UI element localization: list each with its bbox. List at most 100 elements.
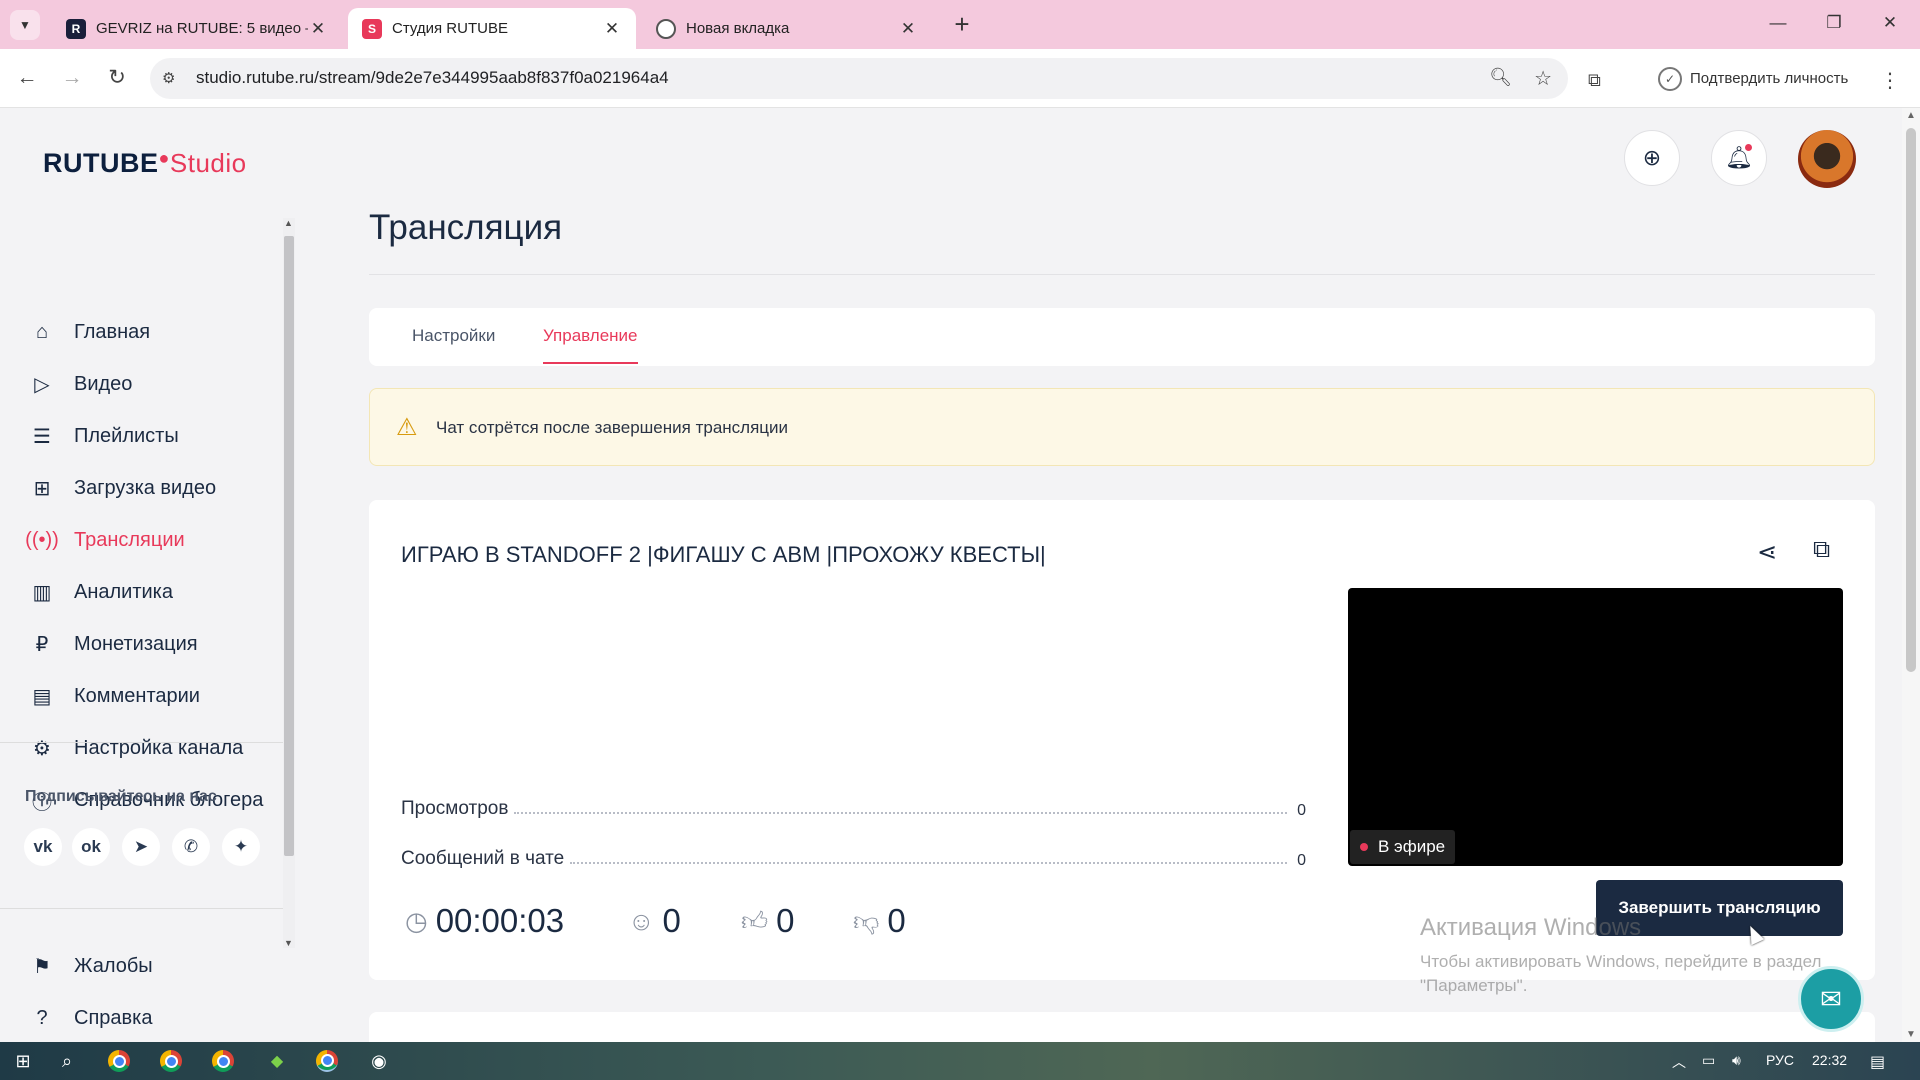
address-bar: ← → ↻ ⚙ studio.rutube.ru/stream/9de2e7e3… [0, 49, 1920, 108]
notifications-button[interactable]: 🔔︎ [1711, 130, 1767, 186]
windows-start-icon[interactable]: ⊞ [8, 1047, 38, 1075]
support-chat-button[interactable]: ✉ [1798, 966, 1864, 1032]
watermark-text: Чтобы активировать Windows, перейдите в … [1420, 950, 1821, 998]
telegram-icon[interactable]: ➤ [122, 828, 160, 866]
open-external-icon[interactable]: ⧉ [1813, 536, 1830, 564]
logo-studio-text: Studio [169, 148, 247, 178]
title-divider [369, 274, 1875, 275]
sidebar-item-label: Монетизация [74, 632, 198, 655]
sidebar-divider [0, 908, 283, 909]
back-icon[interactable]: ← [10, 61, 44, 95]
browser-menu-icon[interactable]: ⋮ [1880, 68, 1900, 93]
zoom-icon[interactable]: 🔍︎ [1489, 67, 1512, 88]
app-icon[interactable]: ◆ [262, 1047, 292, 1075]
language-indicator[interactable]: РУС [1766, 1052, 1794, 1068]
chat-warning-alert: ⚠ Чат сотрётся после завершения трансляц… [369, 388, 1875, 466]
sidebar-divider [0, 742, 283, 743]
browser-tab-gevriz[interactable]: R GEVRIZ на RUTUBE: 5 видео – с ✕ [52, 8, 342, 49]
studio-favicon-icon: S [362, 18, 382, 39]
vk-icon[interactable]: vk [24, 828, 62, 866]
sidebar-item-upload[interactable]: ⊞ Загрузка видео [28, 468, 217, 508]
reload-icon[interactable]: ↻ [100, 61, 134, 95]
odnoklassniki-icon[interactable]: ok [72, 828, 110, 866]
network-icon[interactable]: ▭ [1702, 1052, 1715, 1069]
tab-search-dropdown-icon[interactable]: ▼ [10, 10, 40, 40]
tab-management[interactable]: Управление [543, 326, 638, 364]
obs-icon[interactable]: ◉ [364, 1047, 394, 1075]
notification-badge [1745, 144, 1752, 151]
likes-metric: 👍︎ 0 [741, 902, 795, 940]
more-social-icon[interactable]: ✦ [222, 828, 260, 866]
stat-value: 0 [1297, 802, 1306, 819]
close-tab-icon[interactable]: ✕ [898, 19, 918, 39]
viber-icon[interactable]: ✆ [172, 828, 210, 866]
clock-time[interactable]: 22:32 [1812, 1052, 1847, 1068]
windows-activation-watermark: Активация Windows Чтобы активировать Win… [1420, 914, 1821, 998]
page-title: Трансляция [369, 208, 563, 247]
sidebar-item-help[interactable]: ? Справка [28, 998, 152, 1038]
volume-icon[interactable]: 🔊︎ [1732, 1052, 1741, 1069]
restore-icon[interactable]: ❐ [1806, 8, 1862, 38]
stream-card: ИГРАЮ В STANDOFF 2 |ФИГАШУ С АВМ |ПРОХОЖ… [369, 500, 1875, 980]
search-icon[interactable]: ⌕ [52, 1047, 82, 1075]
sidebar-item-monetization[interactable]: ₽ Монетизация [28, 624, 198, 664]
sidebar-item-complaints[interactable]: ⚑ Жалобы [28, 946, 153, 986]
chrome-icon[interactable] [160, 1050, 182, 1072]
create-button[interactable]: ⊕ [1624, 130, 1680, 186]
url-text[interactable]: studio.rutube.ru/stream/9de2e7e344995aab… [196, 68, 669, 88]
scroll-up-icon[interactable]: ▲ [1906, 110, 1916, 121]
live-label: В эфире [1378, 837, 1446, 856]
chrome-icon[interactable] [108, 1050, 130, 1072]
forward-icon[interactable]: → [55, 61, 89, 95]
bookmark-star-icon[interactable]: ☆ [1534, 66, 1552, 91]
sidebar-item-comments[interactable]: ▤ Комментарии [28, 676, 200, 716]
url-field[interactable]: ⚙ studio.rutube.ru/stream/9de2e7e344995a… [150, 58, 1568, 99]
browser-tab-new[interactable]: Новая вкладка ✕ [642, 8, 932, 49]
tray-expand-icon[interactable]: ︿ [1672, 1052, 1686, 1072]
verify-identity-button[interactable]: ✓ Подтвердить личность [1648, 58, 1864, 99]
sidebar-item-label: Справка [74, 1006, 153, 1029]
tab-settings[interactable]: Настройки [412, 326, 495, 346]
notification-center-icon[interactable]: ▤ [1870, 1052, 1885, 1072]
sidebar-scrollbar[interactable]: ▲ ▼ [283, 218, 295, 948]
sidebar-item-analytics[interactable]: ▥ Аналитика [28, 572, 173, 612]
close-tab-icon[interactable]: ✕ [602, 19, 622, 39]
scroll-up-icon[interactable]: ▲ [284, 218, 293, 228]
sidebar-scroll-thumb[interactable] [284, 236, 294, 856]
chrome-icon[interactable] [316, 1050, 338, 1072]
new-tab-icon[interactable]: + [950, 10, 974, 40]
close-tab-icon[interactable]: ✕ [308, 19, 328, 39]
sidebar-item-channel-settings[interactable]: ⚙ Настройка канала [28, 728, 243, 768]
site-info-icon[interactable]: ⚙ [162, 69, 175, 87]
help-icon: ? [36, 1006, 48, 1029]
stat-value: 0 [1297, 852, 1306, 869]
chrome-icon[interactable] [212, 1050, 234, 1072]
minimize-icon[interactable]: — [1750, 8, 1806, 38]
avatar[interactable] [1798, 130, 1856, 188]
tab-title: GEVRIZ на RUTUBE: 5 видео – с [96, 20, 308, 37]
scroll-down-icon[interactable]: ▼ [1906, 1029, 1916, 1040]
rutube-studio-logo[interactable]: RUTUBE●Studio [43, 148, 247, 179]
live-dot-icon [1360, 843, 1368, 851]
duration-metric: ◷ 00:00:03 [405, 902, 564, 940]
sidebar-item-label: Настройка канала [74, 736, 244, 759]
page-scrollbar[interactable]: ▲ ▼ [1902, 108, 1920, 1042]
browser-tab-studio[interactable]: S Студия RUTUBE ✕ [348, 8, 636, 49]
scroll-down-icon[interactable]: ▼ [284, 938, 293, 948]
sidebar-item-broadcasts[interactable]: ((•)) Трансляции [25, 520, 185, 560]
viewers-value: 0 [662, 902, 681, 939]
page-scroll-thumb[interactable] [1906, 128, 1916, 672]
sidebar-item-playlists[interactable]: ☰ Плейлисты [28, 416, 179, 456]
chrome-favicon-icon [656, 18, 676, 39]
sidebar-item-label: Плейлисты [74, 424, 179, 447]
broadcast-icon: ((•)) [25, 528, 59, 551]
sidebar-item-home[interactable]: ⌂ Главная [28, 312, 150, 352]
logo-main-text: RUTUBE [43, 148, 159, 178]
share-icon[interactable]: ⋖ [1757, 538, 1777, 567]
close-window-icon[interactable]: ✕ [1862, 8, 1918, 38]
extensions-icon[interactable]: ⧉ [1588, 70, 1601, 91]
stream-preview[interactable]: В эфире [1348, 588, 1843, 866]
identity-icon: ✓ [1658, 66, 1682, 91]
sidebar-item-video[interactable]: ▷ Видео [28, 364, 132, 404]
alert-text: Чат сотрётся после завершения трансляции [436, 418, 789, 437]
